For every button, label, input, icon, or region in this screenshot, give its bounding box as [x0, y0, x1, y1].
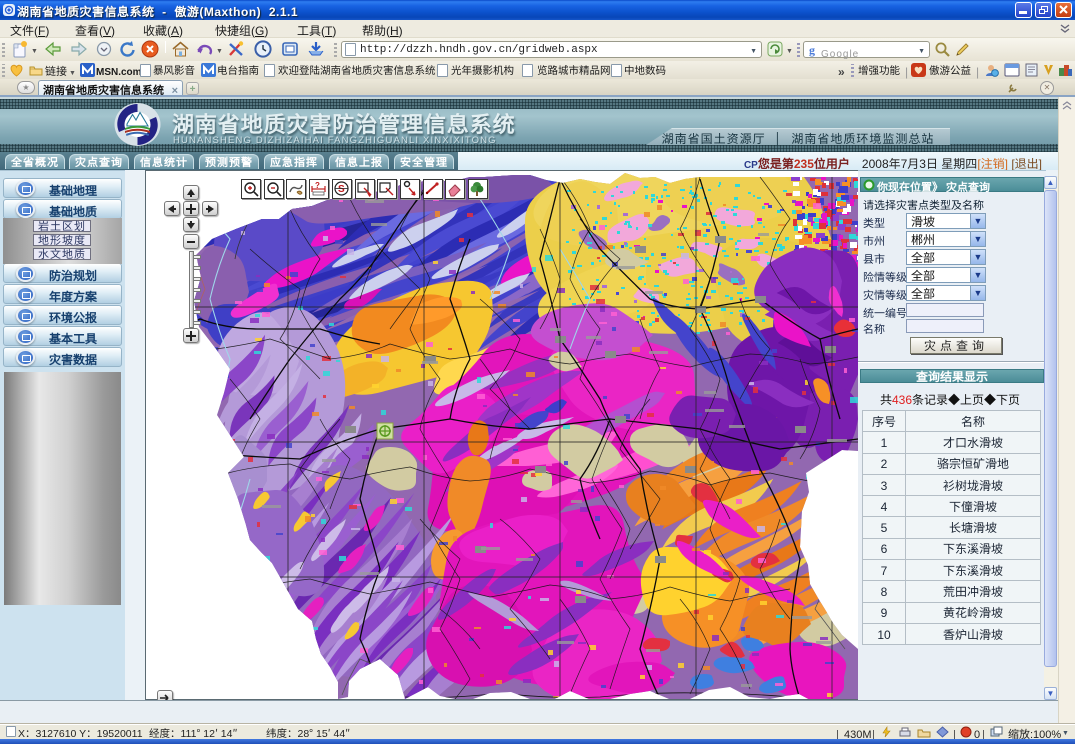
- svg-text:S: S: [338, 180, 345, 195]
- svg-text:?: ?: [315, 180, 320, 191]
